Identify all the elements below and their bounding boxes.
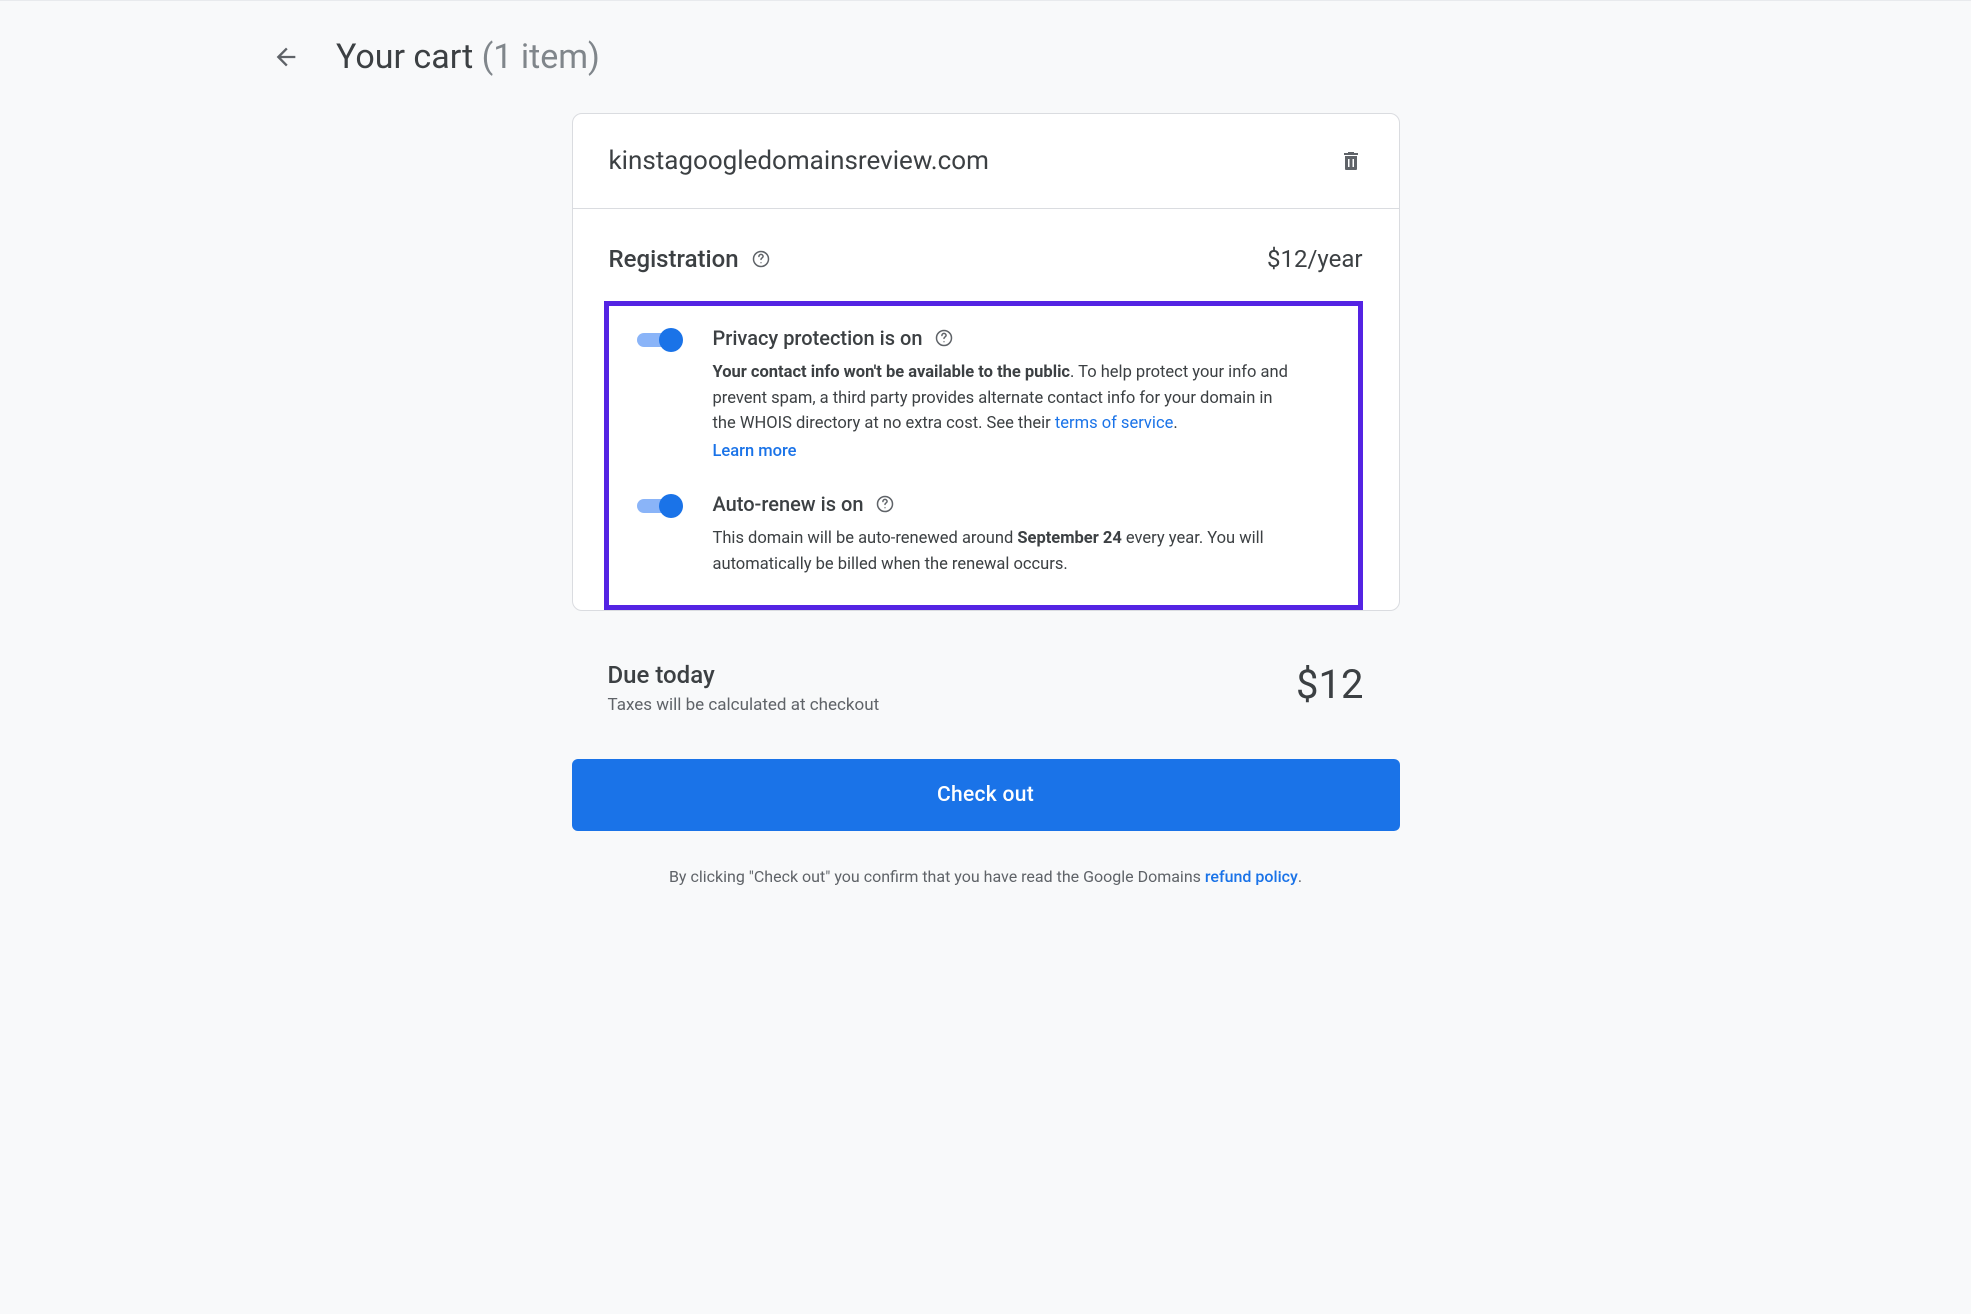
- cart-item-count: (1 item): [482, 37, 600, 77]
- privacy-desc-period: .: [1173, 414, 1177, 433]
- checkout-button[interactable]: Check out: [572, 759, 1400, 831]
- autorenew-date: September 24: [1017, 529, 1121, 548]
- cart-card: kinstagoogledomainsreview.com Registrati…: [572, 113, 1400, 611]
- refund-policy-note: By clicking "Check out" you confirm that…: [572, 867, 1400, 886]
- due-today-label: Due today: [608, 661, 880, 689]
- autorenew-toggle[interactable]: [637, 494, 683, 518]
- page-title: Your cart (1 item): [336, 37, 600, 77]
- registration-price: $12/year: [1267, 245, 1362, 273]
- terms-of-service-link[interactable]: terms of service: [1055, 414, 1173, 433]
- autorenew-description: This domain will be auto-renewed around …: [713, 526, 1293, 577]
- registration-header: Registration $12/year: [609, 245, 1363, 273]
- privacy-row: Privacy protection is on Your contact in…: [609, 306, 1358, 464]
- domain-name: kinstagoogledomainsreview.com: [609, 146, 989, 176]
- privacy-title: Privacy protection is on: [713, 326, 923, 350]
- back-arrow-icon[interactable]: [272, 43, 300, 71]
- domain-row: kinstagoogledomainsreview.com: [573, 114, 1399, 209]
- help-icon[interactable]: [875, 494, 895, 514]
- autorenew-row: Auto-renew is on This domain will be aut…: [609, 464, 1358, 577]
- taxes-note: Taxes will be calculated at checkout: [608, 695, 880, 715]
- autorenew-title: Auto-renew is on: [713, 492, 864, 516]
- page-header: Your cart (1 item): [40, 1, 1931, 113]
- registration-section: Registration $12/year Privacy protecti: [573, 209, 1399, 610]
- registration-label: Registration: [609, 245, 739, 273]
- help-icon[interactable]: [934, 328, 954, 348]
- footer-text: By clicking "Check out" you confirm that…: [669, 867, 1205, 886]
- privacy-toggle[interactable]: [637, 328, 683, 352]
- privacy-description: Your contact info won't be available to …: [713, 360, 1293, 464]
- autorenew-desc-pre: This domain will be auto-renewed around: [713, 529, 1018, 548]
- privacy-desc-bold: Your contact info won't be available to …: [713, 363, 1071, 382]
- footer-period: .: [1298, 867, 1302, 886]
- help-icon[interactable]: [751, 249, 771, 269]
- checkout-button-label: Check out: [937, 783, 1034, 807]
- refund-policy-link[interactable]: refund policy: [1205, 867, 1298, 886]
- page-title-text: Your cart: [336, 37, 473, 77]
- highlighted-options-box: Privacy protection is on Your contact in…: [604, 301, 1363, 610]
- due-amount: $12: [1296, 661, 1363, 708]
- learn-more-link[interactable]: Learn more: [713, 439, 797, 465]
- due-today-row: Due today Taxes will be calculated at ch…: [572, 661, 1400, 715]
- trash-icon[interactable]: [1339, 149, 1363, 173]
